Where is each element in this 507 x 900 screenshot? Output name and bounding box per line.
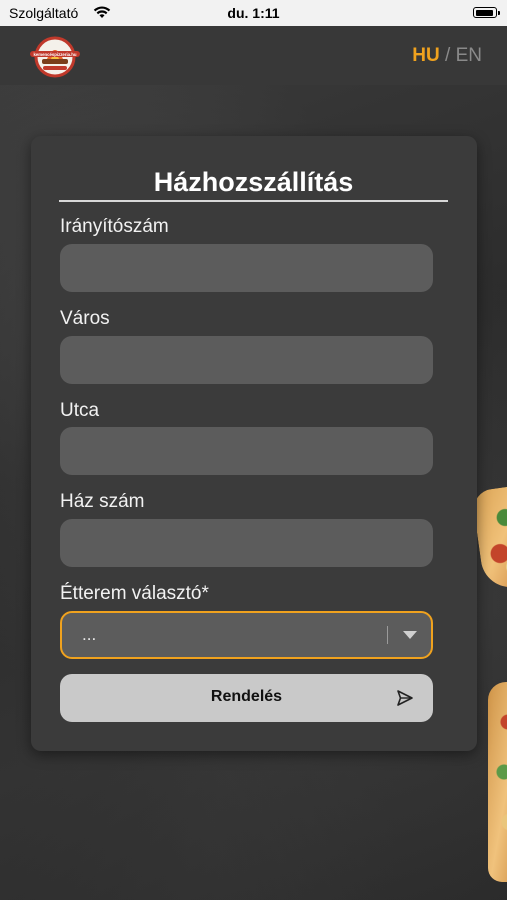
street-input[interactable] [60, 427, 433, 475]
lang-en-link[interactable]: EN [456, 45, 482, 66]
page-title: Házhozszállítás [153, 167, 354, 197]
order-button-label: Rendelés [210, 688, 283, 705]
send-icon [397, 690, 413, 706]
delivery-form-card: Házhozszállítás Irányítószám Város Utca … [31, 136, 477, 751]
app-header: kemencéspizzeria.hu HU / EN [0, 26, 507, 85]
logo-text: kemencéspizzeria.hu [34, 52, 77, 57]
city-label: Város [60, 308, 110, 329]
street-label: Utca [60, 400, 100, 421]
clock: du. 1:11 [227, 5, 280, 21]
house-number-label: Ház szám [60, 491, 145, 512]
title-divider [59, 200, 448, 202]
postal-code-input[interactable] [60, 244, 433, 292]
pizza-image [488, 682, 507, 882]
restaurant-select[interactable]: ... [60, 611, 433, 659]
chevron-down-icon[interactable] [403, 631, 417, 639]
select-divider [387, 626, 388, 644]
postal-code-label: Irányítószám [60, 216, 169, 237]
lang-separator: / [445, 45, 451, 66]
order-button[interactable]: Rendelés [60, 674, 433, 722]
language-switcher: HU / EN [412, 45, 482, 67]
lang-hu-link[interactable]: HU [412, 45, 439, 66]
status-bar: Szolgáltató du. 1:11 [0, 0, 507, 26]
restaurant-select-label: Étterem választó* [60, 583, 209, 604]
logo-icon[interactable]: kemencéspizzeria.hu [27, 35, 83, 79]
house-number-input[interactable] [60, 519, 433, 567]
city-input[interactable] [60, 336, 433, 384]
battery-icon [473, 7, 500, 18]
restaurant-select-value: ... [82, 625, 97, 644]
